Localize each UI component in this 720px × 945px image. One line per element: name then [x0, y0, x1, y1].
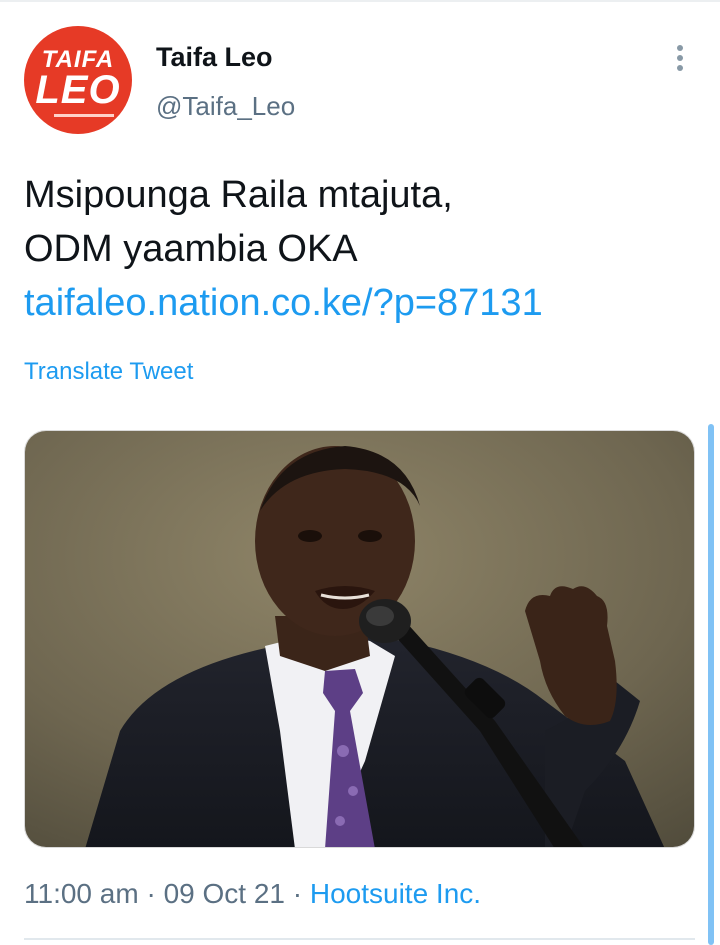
more-options-button[interactable]	[662, 40, 698, 76]
more-vertical-icon-dot	[677, 65, 683, 71]
meta-separator: ·	[292, 878, 303, 909]
tweet-text-line: ODM yaambia OKA	[24, 228, 358, 270]
top-divider	[0, 0, 720, 2]
bottom-divider	[24, 938, 695, 940]
avatar-logo-text-bottom: LEO	[35, 68, 121, 112]
tweet-text-line: Msipounga Raila mtajuta,	[24, 174, 453, 216]
more-vertical-icon	[677, 45, 683, 51]
user-handle[interactable]: @Taifa_Leo	[156, 90, 295, 122]
tweet-link[interactable]: taifaleo.nation.co.ke/?p=87131	[24, 276, 543, 330]
tweet-metadata: 11:00 am · 09 Oct 21 · Hootsuite Inc.	[24, 876, 481, 912]
tweet-time[interactable]: 11:00 am	[24, 878, 139, 909]
tweet-date[interactable]: 09 Oct 21	[164, 878, 285, 909]
tweet-source-link[interactable]: Hootsuite Inc.	[310, 878, 481, 909]
scrollbar[interactable]	[708, 424, 714, 945]
meta-separator: ·	[146, 878, 156, 909]
photo-of-speaker-at-microphone	[25, 431, 694, 847]
translate-tweet-link[interactable]: Translate Tweet	[24, 356, 193, 388]
profile-avatar[interactable]: TAIFA LEO	[24, 26, 132, 134]
tweet-photo[interactable]	[24, 430, 695, 848]
tweet-text: Msipounga Raila mtajuta, ODM yaambia OKA	[24, 168, 694, 276]
display-name[interactable]: Taifa Leo	[156, 40, 273, 74]
avatar-logo-strip	[54, 114, 114, 117]
more-vertical-icon-dot	[677, 55, 683, 61]
